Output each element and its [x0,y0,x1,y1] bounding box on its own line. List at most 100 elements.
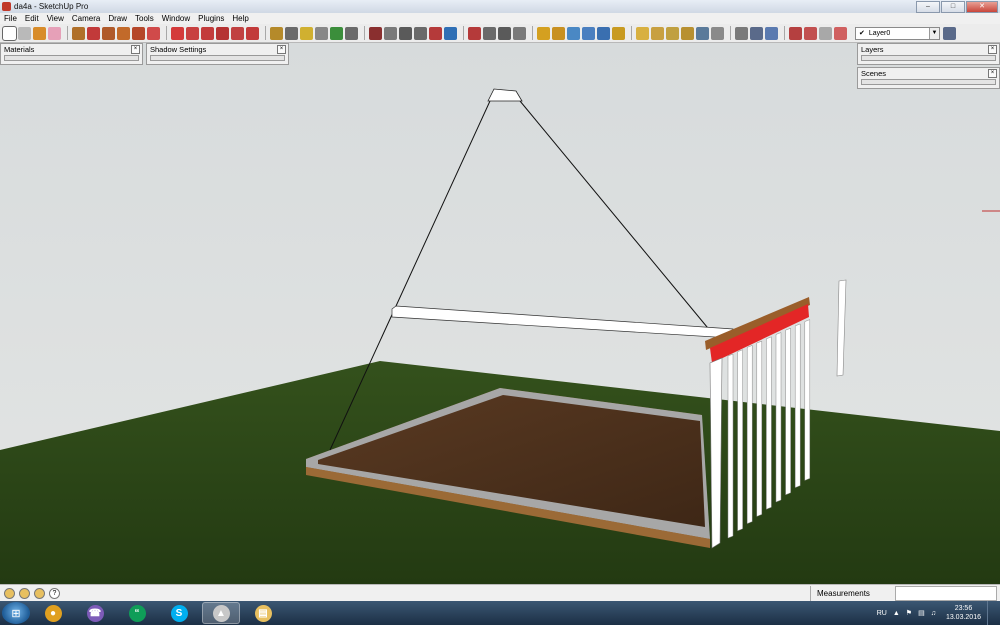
taskbar-button-skype[interactable]: S [160,602,198,624]
credits-icon[interactable] [19,588,30,599]
georeference-icon[interactable] [4,588,15,599]
hidden-line-icon[interactable] [666,26,679,40]
polygon-icon[interactable] [132,26,145,40]
maximize-button[interactable]: □ [941,0,965,13]
warehouse-icon[interactable] [789,26,802,40]
shadow-settings-panel-close-icon[interactable]: × [277,45,286,54]
help-icon[interactable]: ? [49,588,60,599]
user-icon[interactable] [34,588,45,599]
text-icon[interactable] [315,26,328,40]
rectangle-icon[interactable] [72,26,85,40]
railing-baluster[interactable] [766,336,772,510]
railing-baluster[interactable] [727,353,734,539]
scenes-panel-scroll[interactable] [861,79,996,85]
make-component-icon[interactable] [18,26,31,40]
taskbar-button-viber[interactable]: ☎ [76,602,114,624]
monochrome-icon[interactable] [711,26,724,40]
menu-edit[interactable]: Edit [21,14,43,23]
views-toggle-icon[interactable] [765,26,778,40]
offset-icon[interactable] [246,26,259,40]
railing-baluster[interactable] [746,345,753,524]
model-viewport[interactable]: Materials × Shadow Settings × Layers × Scen… [0,43,1000,584]
follow-me-icon[interactable] [216,26,229,40]
share-model-icon[interactable] [804,26,817,40]
orbit-icon[interactable] [369,26,382,40]
position-camera-icon[interactable] [468,26,481,40]
menu-view[interactable]: View [43,14,68,23]
network-icon[interactable]: ▤ [918,609,925,617]
menu-plugins[interactable]: Plugins [194,14,228,23]
push-pull-icon[interactable] [186,26,199,40]
language-indicator[interactable]: RU [877,610,887,617]
back-view-icon[interactable] [597,26,610,40]
railing-baluster[interactable] [804,319,811,481]
shadow-settings-panel-scroll[interactable] [150,55,285,61]
previous-view-icon[interactable] [444,26,457,40]
show-desktop-button[interactable] [987,601,996,625]
paint-bucket-icon[interactable] [33,26,46,40]
model-canvas[interactable] [0,43,1000,584]
arc-icon[interactable] [117,26,130,40]
eraser-icon[interactable] [48,26,61,40]
select-icon[interactable] [2,25,17,41]
start-button[interactable]: ⊞ [2,602,30,624]
look-around-icon[interactable] [483,26,496,40]
materials-panel-close-icon[interactable]: × [131,45,140,54]
menu-draw[interactable]: Draw [104,14,131,23]
taskbar-button-sketchup[interactable]: ▲ [202,602,240,624]
menu-tools[interactable]: Tools [131,14,158,23]
axes-icon[interactable] [330,26,343,40]
railing-baluster[interactable] [737,349,743,532]
protractor-icon[interactable] [300,26,313,40]
menu-camera[interactable]: Camera [68,14,104,23]
scale-icon[interactable] [231,26,244,40]
taskbar-button-file-explorer[interactable]: ▤ [244,602,282,624]
left-view-icon[interactable] [612,26,625,40]
measurements-input[interactable] [895,586,997,601]
freehand-icon[interactable] [147,26,160,40]
section-plane-icon[interactable] [513,26,526,40]
layers-panel-close-icon[interactable]: × [988,45,997,54]
circle-icon[interactable] [102,26,115,40]
perspective-icon[interactable] [735,26,748,40]
tape-measure-icon[interactable] [270,26,283,40]
taskbar-button-hangouts[interactable]: “ [118,602,156,624]
walk-icon[interactable] [498,26,511,40]
front-view-icon[interactable] [567,26,580,40]
layers-panel[interactable]: Layers × [857,43,1000,65]
menu-help[interactable]: Help [228,14,252,23]
line-icon[interactable] [87,26,100,40]
3d-text-icon[interactable] [345,26,358,40]
volume-icon[interactable]: ♫ [931,610,936,617]
layers-panel-scroll[interactable] [861,55,996,61]
materials-panel[interactable]: Materials × [0,43,143,65]
materials-panel-scroll[interactable] [4,55,139,61]
scenes-panel-close-icon[interactable]: × [988,69,997,78]
right-view-icon[interactable] [582,26,595,40]
minimize-button[interactable]: – [916,0,940,13]
shadow-settings-panel[interactable]: Shadow Settings × [146,43,289,65]
extension-icon[interactable] [819,26,832,40]
layer-select[interactable]: ✔ Layer0 ▼ [855,26,940,40]
menu-window[interactable]: Window [158,14,194,23]
rotate-icon[interactable] [201,26,214,40]
tray-expand-icon[interactable]: ▲ [893,610,900,617]
chevron-down-icon[interactable]: ▼ [929,27,939,39]
components-icon[interactable] [834,26,847,40]
railing-baluster[interactable] [775,332,782,503]
railing-baluster[interactable] [794,323,801,488]
xray-icon[interactable] [636,26,649,40]
menu-file[interactable]: File [0,14,21,23]
close-button[interactable]: ✕ [966,0,998,13]
scenes-panel[interactable]: Scenes × [857,67,1000,89]
clock[interactable]: 23:56 13.03.2016 [946,604,981,622]
layer-manager-icon[interactable] [943,26,956,40]
zoom-extents-icon[interactable] [429,26,442,40]
zoom-window-icon[interactable] [414,26,427,40]
views-parallel-icon[interactable] [750,26,763,40]
top-view-icon[interactable] [552,26,565,40]
wireframe-icon[interactable] [651,26,664,40]
iso-view-icon[interactable] [537,26,550,40]
railing-baluster[interactable] [756,340,763,517]
dimension-icon[interactable] [285,26,298,40]
